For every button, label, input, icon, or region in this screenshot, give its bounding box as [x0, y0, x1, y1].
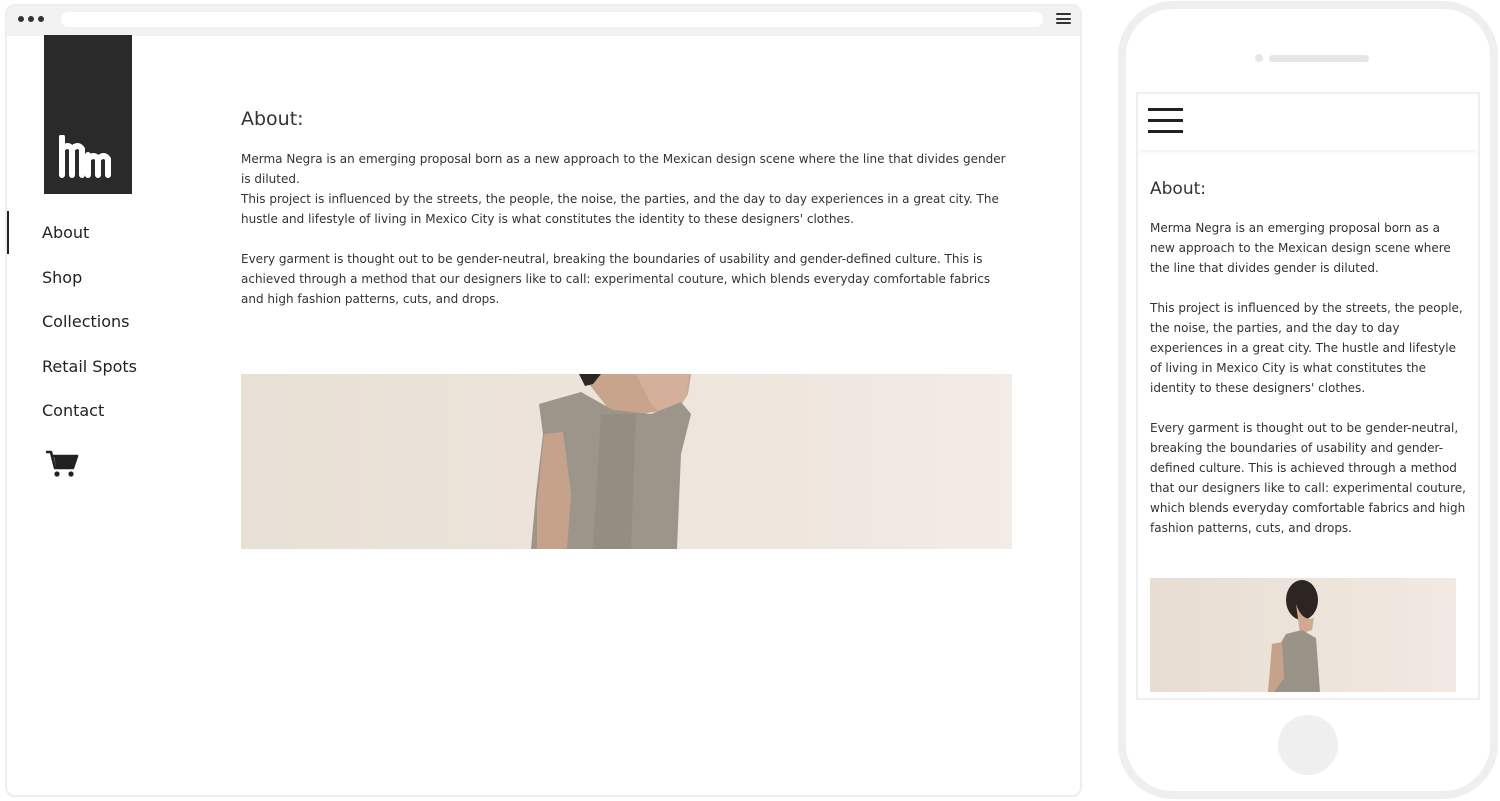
hamburger-menu-icon[interactable] — [1148, 108, 1183, 133]
mobile-about-paragraph-3: Every garment is thought out to be gende… — [1150, 421, 1466, 535]
cart-button[interactable] — [45, 449, 79, 483]
browser-menu-icon[interactable] — [1056, 13, 1071, 24]
camera-icon — [1255, 54, 1263, 62]
address-bar[interactable] — [61, 12, 1043, 27]
nav-item-about[interactable]: About — [42, 223, 89, 242]
mobile-header — [1138, 94, 1478, 150]
about-paragraph-2: This project is influenced by the street… — [241, 192, 999, 226]
brand-logo[interactable] — [44, 35, 132, 194]
nav-item-retail-spots[interactable]: Retail Spots — [42, 357, 137, 376]
nav-item-shop[interactable]: Shop — [42, 268, 82, 287]
mobile-model-photo — [1268, 580, 1320, 692]
nav-item-collections[interactable]: Collections — [42, 312, 129, 331]
browser-toolbar — [7, 6, 1080, 36]
nav-item-contact[interactable]: Contact — [42, 401, 104, 420]
mobile-screen: About: Merma Negra is an emerging propos… — [1136, 92, 1480, 700]
window-dots-icon — [18, 16, 44, 22]
about-paragraph-3: Every garment is thought out to be gende… — [241, 252, 991, 306]
hero-image — [241, 374, 1012, 549]
mobile-hero-image — [1150, 578, 1456, 692]
speaker-grille — [1269, 55, 1369, 62]
page-title: About: — [241, 108, 304, 130]
mobile-about-paragraph-2: This project is influenced by the street… — [1150, 301, 1463, 395]
active-nav-indicator — [7, 211, 9, 254]
mobile-page-title: About: — [1150, 179, 1206, 199]
mm-logo-icon — [59, 135, 111, 178]
cart-icon — [46, 450, 79, 477]
about-paragraph-1: Merma Negra is an emerging proposal born… — [241, 152, 1006, 186]
home-button[interactable] — [1278, 715, 1338, 775]
mobile-device-frame: About: Merma Negra is an emerging propos… — [1118, 1, 1498, 799]
model-photo — [531, 374, 691, 549]
desktop-browser-frame: About Shop Collections Retail Spots Cont… — [5, 4, 1082, 797]
mobile-about-paragraph-1: Merma Negra is an emerging proposal born… — [1150, 221, 1451, 275]
